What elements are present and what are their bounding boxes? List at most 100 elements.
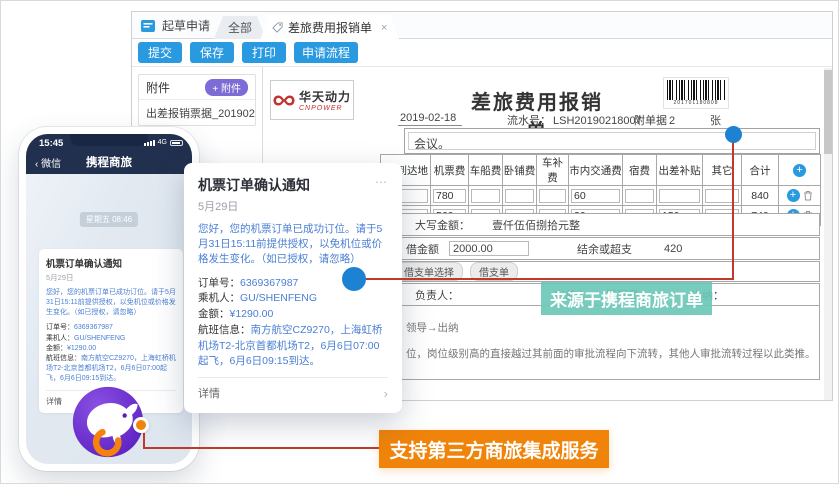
attachment-file-item[interactable]: 出差报销票据_20190219.j... xyxy=(139,100,255,125)
screenshot-canvas: 起草申请 全部 差旅费用报销单 × 提交 保存 打印 申请流程 附件 + 附件 … xyxy=(0,0,839,484)
chat-timestamp: 星期五 08:46 xyxy=(79,212,139,227)
cell-input[interactable] xyxy=(505,188,534,203)
chevron-right-icon: › xyxy=(383,385,388,401)
draft-application-label: 起草申请 xyxy=(162,19,211,33)
trip-reason-input[interactable]: 会议。 xyxy=(408,132,816,151)
connector-line-vertical xyxy=(732,142,734,279)
status-bar-time: 15:45 xyxy=(39,138,64,149)
amount-words-label: 大写金额： xyxy=(415,219,470,232)
phone-nav-bar: ‹ 微信 携程商旅 xyxy=(26,150,192,174)
form-attach-count: 附单据 2 xyxy=(634,112,711,129)
signal-icon xyxy=(143,140,155,146)
loan-row: 借金额 2000.00 结余或超支 420 xyxy=(380,237,820,260)
amount-words-value: 壹仟伍佰捌拾元整 xyxy=(492,219,580,232)
network-label: 4G xyxy=(157,139,167,146)
cell-input[interactable] xyxy=(659,188,700,203)
add-row-icon[interactable]: + xyxy=(786,189,800,202)
notification-date: 5月29日 xyxy=(46,273,74,282)
connector-dot-form xyxy=(725,126,742,143)
save-button[interactable]: 保存 xyxy=(190,42,234,63)
scrollbar-thumb[interactable] xyxy=(824,70,832,154)
form-serial: 流水号： LSH20190218007 xyxy=(507,112,648,129)
tag-icon xyxy=(272,22,283,33)
brand-name: 华天动力 xyxy=(298,90,351,104)
popup-amount-line: 金额：¥1290.00 xyxy=(198,308,274,321)
leader-label: 负责人： xyxy=(415,289,459,302)
company-logo: 华天动力 CNPOWER xyxy=(270,80,354,120)
barcode-number: 201701180808 xyxy=(673,100,719,106)
popup-flight-line: 航班信息：南方航空CZ9270，上海虹桥机场T2-北京首都机场T2，6月6日07… xyxy=(198,323,383,368)
connector-dot-popup xyxy=(342,267,366,291)
more-options-icon[interactable]: ⋯ xyxy=(375,175,388,189)
submit-button[interactable]: 提交 xyxy=(138,42,182,63)
back-button[interactable]: ‹ 微信 xyxy=(35,155,61,170)
phone-header: 15:45 4G ‹ 微信 携程商旅 xyxy=(26,134,192,174)
approval-flow-box: 领导→出纳 位，岗位级别高的直接越过其前面的审批流程向下流转，其他人审批流转过程… xyxy=(380,305,820,380)
tab-all[interactable]: 全部 xyxy=(214,16,266,39)
phone-mockup: 15:45 4G ‹ 微信 携程商旅 星期五 08:46 机票订单确认通知 5月… xyxy=(19,127,199,471)
notification-body: 您好，您的机票订单已成功订位。请于5月31日15:11前提供授权，以免机位或价格… xyxy=(46,289,176,317)
source-callout: 来源于携程商旅订单 xyxy=(541,282,712,315)
brand-subname: CNPOWER xyxy=(298,105,343,112)
loan-amount-input[interactable]: 2000.00 xyxy=(449,241,529,256)
cell-input[interactable]: 60 xyxy=(571,188,620,203)
approval-flow-line: 领导→出纳 xyxy=(406,322,459,334)
col-other: 其它 xyxy=(702,154,742,186)
approval-note-line: 位，岗位级别高的直接越过其前面的审批流程向下流转，其他人审批流转过程以此类推。 xyxy=(406,348,816,360)
amount-in-words-row: 大写金额： 壹仟伍佰捌拾元整 xyxy=(380,213,820,236)
balance-value: 420 xyxy=(664,242,683,255)
col-bus-boat: 车船费 xyxy=(468,154,503,186)
tab-expense-form-label: 差旅费用报销单 xyxy=(288,21,373,35)
cell-input[interactable]: 780 xyxy=(433,188,466,203)
order-number-line: 订单号：6369367987 乘机人：GU/SHENFENG 金额：¥1290.… xyxy=(46,324,176,383)
add-attachment-button[interactable]: + 附件 xyxy=(205,78,248,96)
status-bar-icons: 4G xyxy=(143,139,183,146)
logo-connector-horizontal xyxy=(143,447,379,449)
add-row-icon[interactable]: + xyxy=(793,163,806,177)
form-date: 2019-02-18 xyxy=(398,112,463,126)
vertical-scrollbar[interactable] xyxy=(824,68,832,400)
popup-date: 5月29日 xyxy=(198,201,239,213)
cell-input[interactable] xyxy=(625,188,654,203)
col-vehicle-subsidy: 车补费 xyxy=(536,154,569,186)
tab-expense-form[interactable]: 差旅费用报销单 × xyxy=(260,15,399,40)
loan-label: 借金额 xyxy=(406,243,439,256)
expense-table-header-row: 到达地 机票费 车船费 卧铺费 车补费 市内交通费 宿费 出差补贴 其它 合计 … xyxy=(380,154,821,186)
form-attach-unit: 张 xyxy=(710,115,721,127)
tab-close-icon[interactable]: × xyxy=(381,22,387,34)
cell-input[interactable] xyxy=(539,188,566,203)
col-city-transport: 市内交通费 xyxy=(568,154,623,186)
battery-icon xyxy=(170,139,183,146)
delete-row-icon[interactable] xyxy=(803,190,813,201)
barcode-stripes xyxy=(667,80,725,100)
tab-bar: 起草申请 全部 差旅费用报销单 × xyxy=(132,12,832,39)
row-total: 840 xyxy=(741,185,779,206)
connector-dot-logo xyxy=(133,417,149,433)
attachment-panel: 附件 + 附件 出差报销票据_20190219.j... xyxy=(138,74,256,126)
notification-popup-card: 机票订单确认通知 ⋯ 5月29日 您好，您的机票订单已成功订位。请于5月31日1… xyxy=(184,163,402,414)
barcode: 201701180808 xyxy=(663,77,729,109)
popup-detail-link[interactable]: 详情 › xyxy=(198,377,388,401)
connector-line-horizontal xyxy=(354,278,734,280)
workflow-button[interactable]: 申请流程 xyxy=(294,42,358,63)
notification-title: 机票订单确认通知 xyxy=(46,259,123,270)
popup-passenger-line: 乘机人：GU/SHENFENG xyxy=(198,292,318,305)
cnpower-logo-icon xyxy=(273,95,295,105)
expense-row-1: 780 60 840 + xyxy=(380,185,821,206)
balance-label: 结余或超支 xyxy=(577,243,632,256)
trip-reason-field: 会议。 xyxy=(404,128,820,154)
cell-input[interactable] xyxy=(471,188,500,203)
draft-application-icon xyxy=(141,19,155,32)
col-airfare: 机票费 xyxy=(430,154,469,186)
col-actions: + xyxy=(778,154,821,186)
print-button[interactable]: 打印 xyxy=(242,42,286,63)
draft-application-launcher[interactable]: 起草申请 xyxy=(140,17,210,34)
popup-title: 机票订单确认通知 xyxy=(198,177,310,193)
popup-body: 您好，您的机票订单已成功订位。请于5月31日15:11前提供授权，以免机位或价格… xyxy=(198,223,383,266)
phone-screen: 15:45 4G ‹ 微信 携程商旅 星期五 08:46 机票订单确认通知 5月… xyxy=(26,134,192,464)
col-sleeper: 卧铺费 xyxy=(502,154,537,186)
phone-notch xyxy=(70,134,148,146)
toolbar: 提交 保存 打印 申请流程 xyxy=(132,39,832,67)
col-lodging: 宿费 xyxy=(622,154,657,186)
integration-callout: 支持第三方商旅集成服务 xyxy=(379,430,609,468)
